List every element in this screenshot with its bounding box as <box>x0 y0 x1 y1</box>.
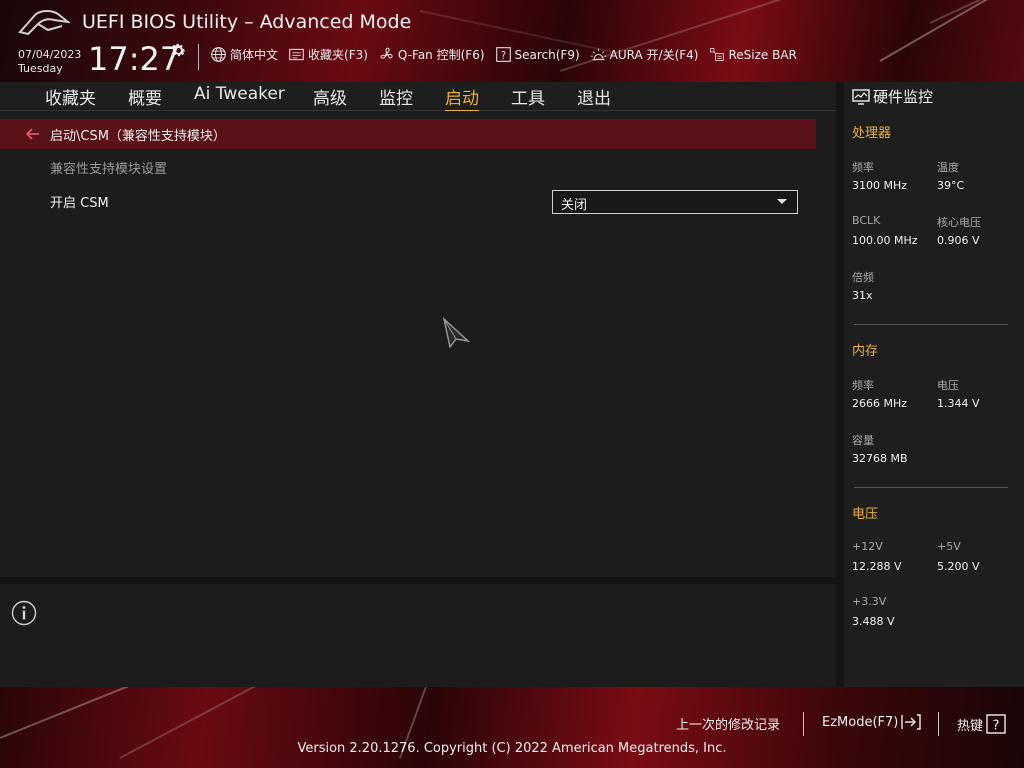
aura-light-icon <box>590 48 606 61</box>
resize-bar-button[interactable]: ReSize BAR <box>708 46 797 63</box>
mem-volt-value: 1.344 V <box>937 397 980 410</box>
monitor-divider <box>854 487 1008 488</box>
mem-cap-value: 32768 MB <box>852 452 908 465</box>
back-arrow-icon[interactable] <box>26 127 40 141</box>
bios-window: UEFI BIOS Utility – Advanced Mode 07/04/… <box>0 0 1024 768</box>
main-nav: 收藏夹 概要 Ai Tweaker 高级 监控 启动 工具 退出 <box>0 82 836 112</box>
language-label: 简体中文 <box>230 48 279 62</box>
tab-ai-tweaker[interactable]: Ai Tweaker <box>194 84 285 104</box>
exit-arrow-icon <box>901 714 922 730</box>
csm-select-value: 关闭 <box>561 198 588 213</box>
qfan-label: Q-Fan 控制(F6) <box>397 48 485 62</box>
gear-icon[interactable] <box>170 42 187 59</box>
tab-main[interactable]: 概要 <box>128 84 162 109</box>
voltage-heading: 电压 <box>852 507 879 522</box>
bclk-value: 100.00 MHz <box>852 234 918 247</box>
section-label: 兼容性支持模块设置 <box>50 162 168 177</box>
v33-label: +3.3V <box>852 595 887 608</box>
date-display: 07/04/2023 Tuesday <box>18 48 81 76</box>
ratio-value: 31x <box>852 289 873 302</box>
rog-cursor-icon <box>442 317 470 349</box>
v5-value: 5.200 V <box>937 560 980 573</box>
globe-icon <box>211 47 226 62</box>
monitor-icon <box>852 88 870 105</box>
tab-monitor[interactable]: 监控 <box>379 84 413 109</box>
tab-advanced[interactable]: 高级 <box>313 84 347 109</box>
v33-value: 3.488 V <box>852 615 895 628</box>
help-box-icon: ? <box>495 47 511 62</box>
last-modified-button[interactable]: 上一次的修改记录 <box>676 714 780 733</box>
qfan-button[interactable]: Q-Fan 控制(F6) <box>378 46 485 63</box>
memory-heading: 内存 <box>852 344 879 359</box>
toolbar-divider <box>198 44 199 70</box>
help-panel <box>0 584 836 687</box>
copyright-text: Version 2.20.1276. Copyright (C) 2022 Am… <box>297 741 727 756</box>
main-panel: 启动\CSM（兼容性支持模块） 兼容性支持模块设置 开启 CSM 关闭 <box>0 111 836 577</box>
footer-divider <box>803 712 804 736</box>
cpu-temp-label: 温度 <box>937 161 959 174</box>
fan-icon <box>380 47 393 59</box>
svg-text:?: ? <box>993 719 1000 734</box>
monitor-title: 硬件监控 <box>852 86 933 107</box>
resize-bar-label: ReSize BAR <box>728 47 797 62</box>
header-streak <box>879 0 1024 62</box>
help-box-icon: ? <box>986 714 1006 734</box>
footer-actions: 上一次的修改记录 EzMode(F7) 热键 ? <box>0 712 1024 738</box>
ezmode-button[interactable]: EzMode(F7) <box>822 714 922 730</box>
favorites-button[interactable]: 收藏夹(F3) <box>288 46 368 63</box>
tab-tool[interactable]: 工具 <box>511 84 545 109</box>
mem-freq-label: 频率 <box>852 379 874 392</box>
csm-setting-label: 开启 CSM <box>50 196 109 211</box>
last-modified-label: 上一次的修改记录 <box>676 718 781 733</box>
ratio-label: 倍频 <box>852 271 874 284</box>
footer: 上一次的修改记录 EzMode(F7) 热键 ? Version 2.20.12… <box>0 687 1024 768</box>
v5-label: +5V <box>937 540 961 553</box>
tab-exit[interactable]: 退出 <box>577 84 611 109</box>
monitor-divider <box>854 324 1008 325</box>
toolbar: 简体中文 收藏夹(F3) Q-Fan 控制(F6) ? Search(F9) A… <box>210 46 797 63</box>
cpu-heading: 处理器 <box>852 126 892 141</box>
ezmode-label: EzMode(F7) <box>822 714 899 730</box>
hardware-monitor: 硬件监控 处理器 频率 温度 3100 MHz 39°C BCLK 核心电压 1… <box>844 82 1024 687</box>
page-title: UEFI BIOS Utility – Advanced Mode <box>82 11 412 33</box>
mem-freq-value: 2666 MHz <box>852 397 908 410</box>
favorites-icon <box>289 48 304 61</box>
aura-label: AURA 开/关(F4) <box>609 48 699 62</box>
mem-volt-label: 电压 <box>937 379 959 392</box>
hotkeys-label: 热键 <box>957 718 984 734</box>
monitor-title-text: 硬件监控 <box>873 88 934 106</box>
tab-boot[interactable]: 启动 <box>445 84 479 112</box>
language-button[interactable]: 简体中文 <box>210 46 278 63</box>
favorites-label: 收藏夹(F3) <box>308 48 368 62</box>
cpu-freq-value: 3100 MHz <box>852 179 908 192</box>
breadcrumb[interactable]: 启动\CSM（兼容性支持模块） <box>0 119 816 149</box>
mem-cap-label: 容量 <box>852 434 874 447</box>
csm-select[interactable]: 关闭 <box>552 190 798 214</box>
v12-value: 12.288 V <box>852 560 902 573</box>
aura-button[interactable]: AURA 开/关(F4) <box>590 46 699 63</box>
info-icon <box>11 600 37 626</box>
date-text: 07/04/2023 <box>18 48 82 61</box>
bclk-label: BCLK <box>852 214 881 227</box>
header: UEFI BIOS Utility – Advanced Mode 07/04/… <box>0 0 1024 82</box>
weekday-text: Tuesday <box>18 62 63 75</box>
chevron-down-icon <box>777 199 787 204</box>
cpu-temp-value: 39°C <box>937 179 965 192</box>
resize-bar-icon <box>710 48 725 61</box>
hotkeys-button[interactable]: 热键 ? <box>957 714 1006 734</box>
search-label: Search(F9) <box>514 47 580 62</box>
breadcrumb-text: 启动\CSM（兼容性支持模块） <box>50 129 226 144</box>
rog-logo-icon <box>18 10 70 36</box>
v12-label: +12V <box>852 540 883 553</box>
cpu-freq-label: 频率 <box>852 161 874 174</box>
tab-favorites[interactable]: 收藏夹 <box>45 84 96 109</box>
svg-text:?: ? <box>500 51 505 62</box>
vcore-value: 0.906 V <box>937 234 980 247</box>
vcore-label: 核心电压 <box>937 216 981 229</box>
footer-divider <box>938 712 939 736</box>
clock: 17:27 <box>88 40 181 78</box>
search-button[interactable]: ? Search(F9) <box>495 46 580 63</box>
